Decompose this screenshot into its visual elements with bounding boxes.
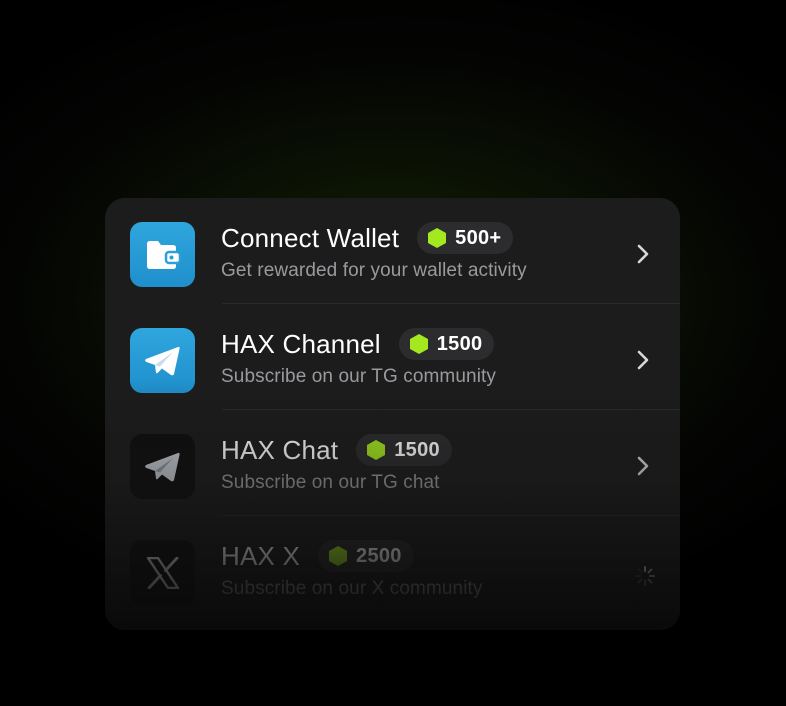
task-title-line: HAX Channel 1500	[221, 328, 495, 360]
telegram-icon	[130, 328, 195, 393]
task-row-hax-chat[interactable]: HAX Chat 1500 Subscribe on our TG chat	[105, 410, 680, 516]
loading-spinner-icon	[635, 566, 655, 586]
task-title-line: HAX X 2500	[221, 540, 414, 572]
task-row-hax-channel[interactable]: HAX Channel 1500 Subscribe on our TG com…	[105, 304, 680, 410]
task-subtitle: Subscribe on our X community	[221, 578, 483, 599]
task-title: Connect Wallet	[221, 222, 400, 253]
task-row-hax-x[interactable]: HAX X 2500 Subscribe on our X community	[105, 516, 680, 622]
hexagon-points-icon	[428, 228, 447, 248]
reward-value: 2500	[356, 544, 402, 567]
hexagon-points-icon	[329, 546, 348, 566]
telegram-icon	[130, 434, 195, 499]
hexagon-points-icon	[409, 334, 428, 354]
task-subtitle: Subscribe on our TG community	[221, 366, 496, 387]
chevron-right-icon[interactable]	[633, 242, 653, 266]
task-row-connect-wallet[interactable]: Connect Wallet 500+ Get rewarded for you…	[105, 198, 680, 304]
reward-badge: 2500	[318, 540, 414, 572]
tasks-card: Connect Wallet 500+ Get rewarded for you…	[105, 198, 680, 630]
task-title-line: HAX Chat 1500	[221, 434, 452, 466]
task-subtitle: Subscribe on our TG chat	[221, 472, 440, 493]
task-title: HAX Chat	[221, 434, 339, 465]
chevron-right-icon[interactable]	[633, 348, 653, 372]
task-title-line: Connect Wallet 500+	[221, 222, 514, 254]
reward-value: 500+	[455, 226, 502, 249]
wallet-icon	[130, 222, 195, 287]
task-title: HAX Channel	[221, 328, 381, 359]
x-logo-icon	[130, 540, 195, 605]
reward-badge: 500+	[417, 222, 514, 254]
reward-badge: 1500	[356, 434, 452, 466]
reward-value: 1500	[436, 332, 483, 355]
task-subtitle: Get rewarded for your wallet activity	[221, 260, 527, 281]
task-title: HAX X	[221, 540, 301, 571]
chevron-right-icon[interactable]	[633, 454, 653, 478]
reward-value: 1500	[394, 438, 440, 461]
reward-badge: 1500	[398, 328, 495, 360]
hexagon-points-icon	[367, 440, 386, 460]
